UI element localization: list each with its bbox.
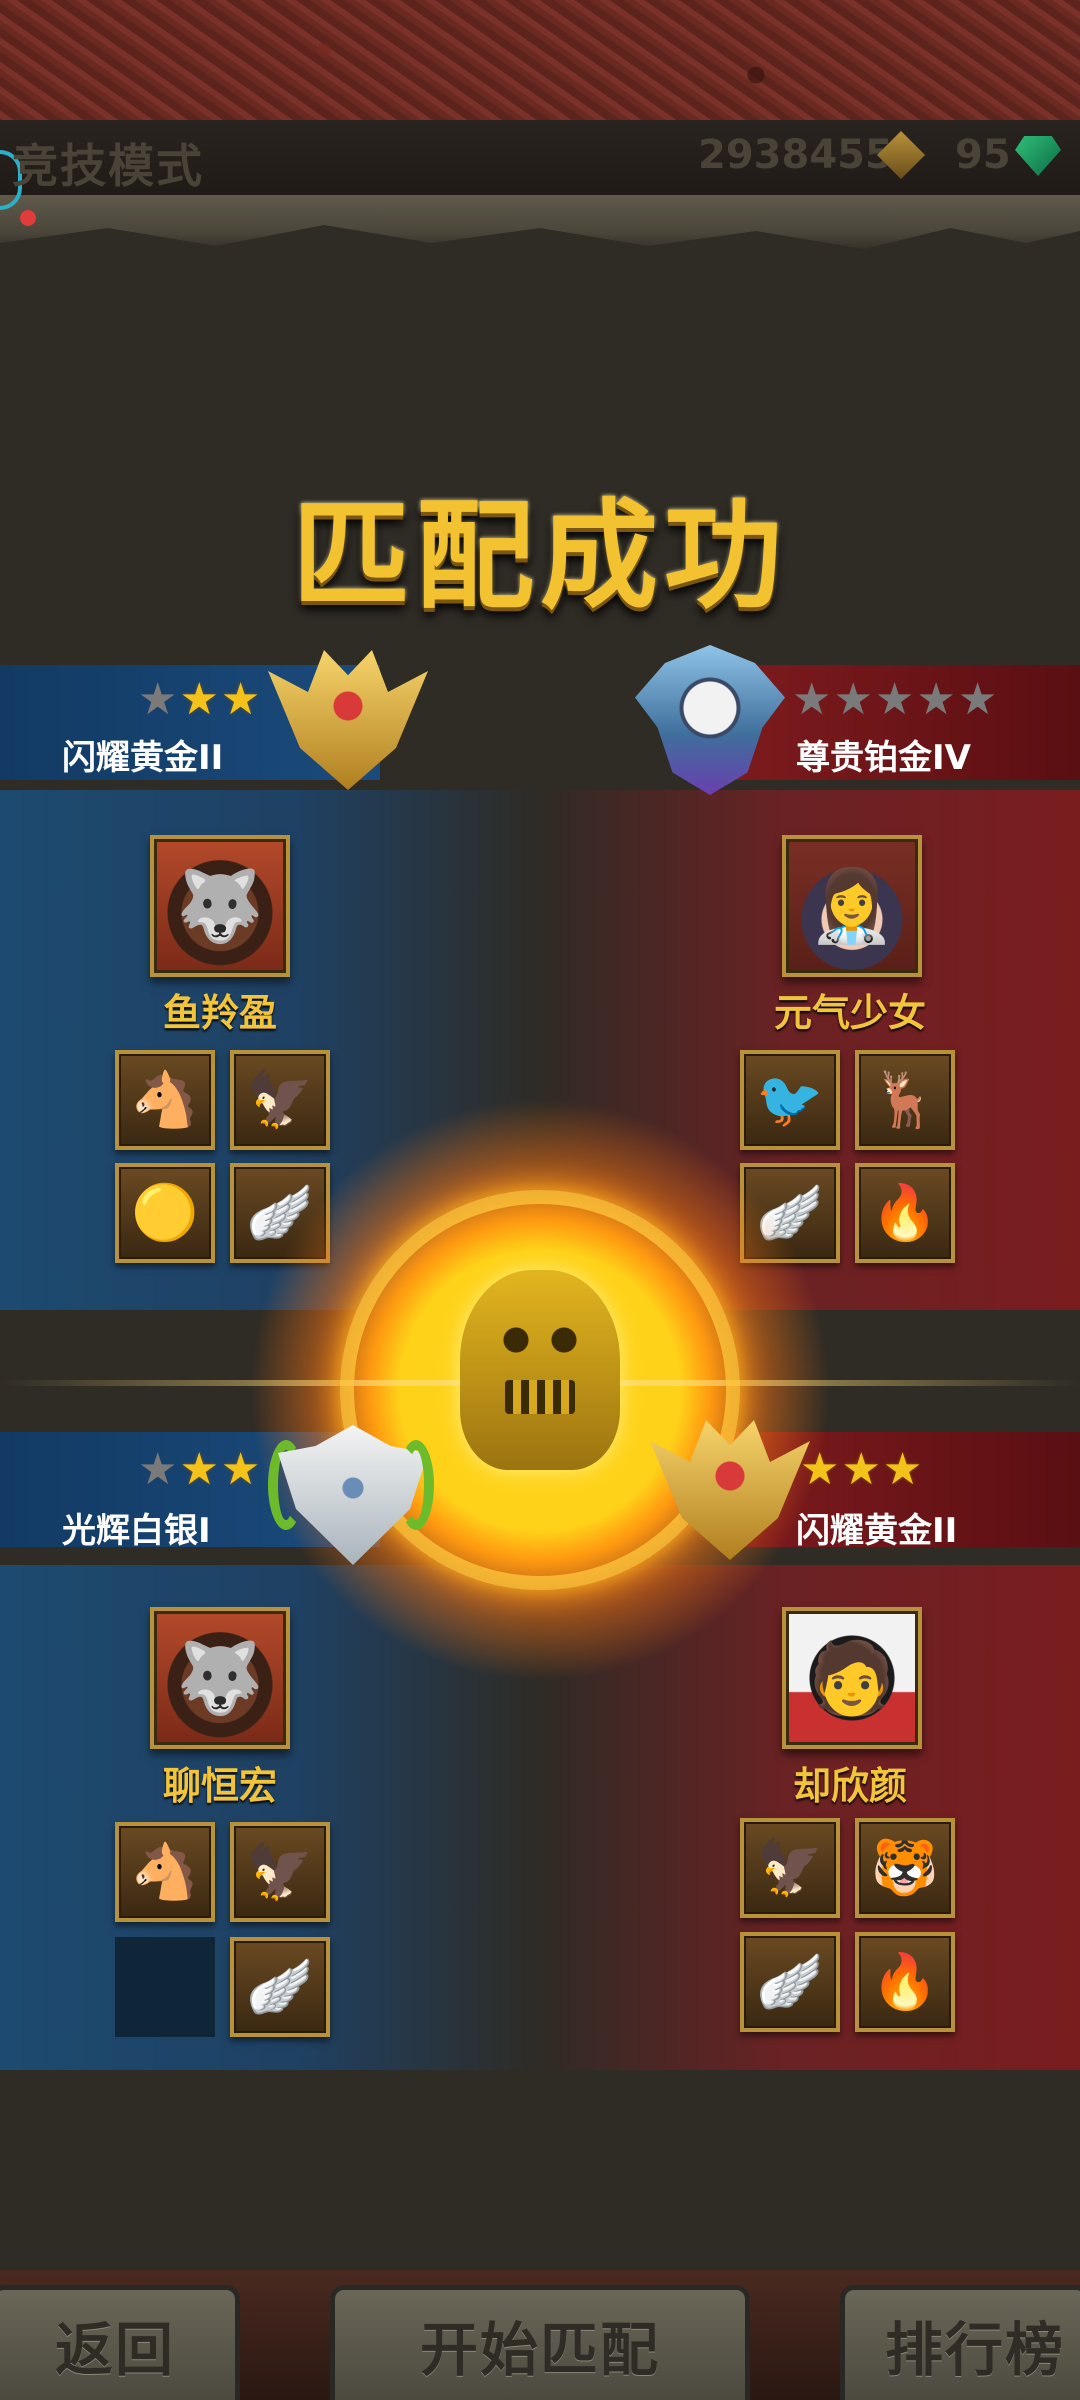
man-headphones-avatar-icon: 🧑 <box>808 1636 896 1719</box>
top-texture-banner <box>0 0 1080 125</box>
rank-stars-1: ★ ★ ★ <box>138 678 260 722</box>
rank-name-4: 闪耀黄金II <box>796 1511 958 1551</box>
star-filled-icon: ★ <box>220 1444 261 1495</box>
back-button[interactable]: 返回 <box>0 2285 240 2400</box>
match-success-title: 匹配成功 <box>291 487 788 625</box>
rank-name-1: 闪耀黄金II <box>62 738 224 778</box>
bird-icon[interactable]: 🐦 <box>740 1050 840 1150</box>
star-filled-icon: ★ <box>179 1444 219 1495</box>
black-horse-icon[interactable]: 🐴 <box>115 1050 215 1150</box>
player-name-1: 鱼羚盈 <box>162 991 277 1035</box>
star-filled-icon: ★ <box>179 674 219 725</box>
star-filled-icon: ★ <box>220 674 261 725</box>
eagle-icon[interactable]: 🦅 <box>740 1818 840 1918</box>
rank-stars-4: ★ ★ ★ <box>800 1448 922 1492</box>
star-empty-icon: ★ <box>138 1444 178 1495</box>
werewolf-avatar-icon: 🐺 <box>176 1636 264 1719</box>
header-rock-edge <box>0 195 1080 249</box>
player-avatar-4[interactable]: 🧑 <box>782 1607 922 1749</box>
star-filled-icon: ★ <box>800 1444 840 1495</box>
white-tiger-icon[interactable]: 🐯 <box>855 1818 955 1918</box>
eagle-icon[interactable]: 🦅 <box>230 1050 330 1150</box>
rank-name-2: 尊贵铂金IV <box>796 738 971 778</box>
fire-orb-icon[interactable]: 🔥 <box>855 1932 955 2032</box>
fire-orb-icon[interactable]: 🔥 <box>855 1163 955 1263</box>
rank-stars-3: ★ ★ ★ <box>138 1448 260 1492</box>
idol-mouth <box>505 1380 575 1414</box>
gold-amount: 2938455 <box>698 132 893 178</box>
nurse-girl-avatar-icon: 👩‍⚕️ <box>808 864 896 947</box>
player-name-2: 元气少女 <box>773 991 926 1035</box>
winged-emblem-icon[interactable]: 🪽 <box>740 1932 840 2032</box>
star-empty-icon: ★ <box>957 674 998 725</box>
rank-name-3: 光辉白银I <box>62 1511 211 1551</box>
star-empty-icon: ★ <box>792 674 832 725</box>
leaderboard-button[interactable]: 排行榜 <box>840 2285 1080 2400</box>
winged-emblem-icon[interactable]: 🪽 <box>230 1937 330 2037</box>
star-filled-icon: ★ <box>882 1444 923 1495</box>
player-avatar-1[interactable]: 🐺 <box>150 835 290 977</box>
notification-dot-icon <box>20 210 36 226</box>
eagle-icon[interactable]: 🦅 <box>230 1822 330 1922</box>
laurel-right-icon <box>398 1440 434 1530</box>
mode-title: 竞技模式 <box>12 139 204 193</box>
star-empty-icon: ★ <box>833 674 873 725</box>
star-filled-icon: ★ <box>841 1444 881 1495</box>
star-empty-icon: ★ <box>916 674 956 725</box>
player-avatar-2[interactable]: 👩‍⚕️ <box>782 835 922 977</box>
star-empty-icon: ★ <box>874 674 915 725</box>
golden-idol-icon <box>460 1270 620 1470</box>
werewolf-avatar-icon: 🐺 <box>176 864 264 947</box>
player-name-3: 聊恒宏 <box>162 1764 277 1808</box>
glowing-orb-icon[interactable]: 🟡 <box>115 1163 215 1263</box>
black-horse-icon[interactable]: 🐴 <box>115 1822 215 1922</box>
empty-item-slot[interactable] <box>115 1937 215 2037</box>
star-empty-icon: ★ <box>138 674 178 725</box>
rank-stars-2: ★ ★ ★ ★ ★ <box>792 678 997 722</box>
player-name-4: 却欣颜 <box>792 1764 907 1808</box>
gem-amount: 95 <box>955 132 1011 178</box>
start-match-button[interactable]: 开始匹配 <box>330 2285 750 2400</box>
player-avatar-3[interactable]: 🐺 <box>150 1607 290 1749</box>
stag-icon[interactable]: 🦌 <box>855 1050 955 1150</box>
